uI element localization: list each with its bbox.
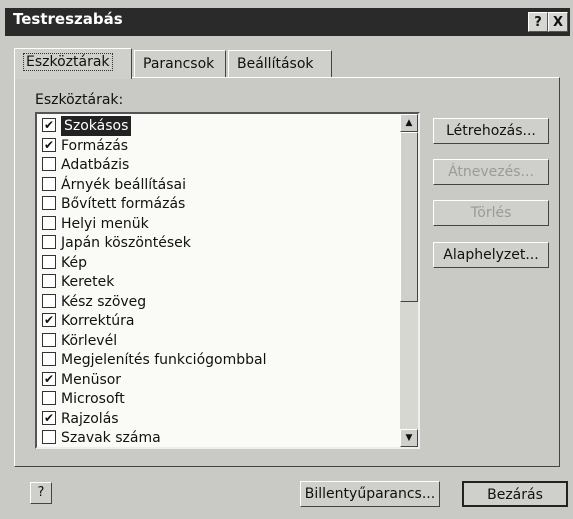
checkbox-icon[interactable] <box>42 196 56 210</box>
checkbox-icon[interactable] <box>42 176 56 191</box>
toolbar-list-item-label: Bővített formázás <box>61 196 186 212</box>
toolbar-list-item[interactable]: ✔ Menüsor <box>39 370 399 390</box>
toolbar-list-item[interactable]: Keretek <box>39 272 399 292</box>
checkbox-checked-icon[interactable]: ✔ <box>42 118 56 132</box>
tab-label: Beállítások <box>237 56 314 72</box>
toolbar-list-item[interactable]: Kész szöveg <box>39 292 399 312</box>
toolbar-list-item-label: Körlevél <box>61 332 118 349</box>
checkbox-icon[interactable] <box>42 235 56 249</box>
toolbar-list-item[interactable]: Bővített formázás <box>39 194 399 214</box>
tab-label: Parancsok <box>143 56 215 72</box>
toolbar-list-item-label: Kész szöveg <box>61 293 147 310</box>
toolbar-list-item[interactable]: ✔ Formázás <box>39 136 399 156</box>
toolbar-list-item[interactable]: ✔ Szokásos <box>39 116 399 136</box>
toolbar-list-item-label: Korrektúra <box>61 313 135 329</box>
toolbar-list-item-label: Adatbázis <box>61 157 130 173</box>
customize-dialog: Testreszabás ? X Eszköztárak Parancsok B… <box>0 0 573 519</box>
toolbar-list-item[interactable]: Japán köszöntések <box>39 233 399 253</box>
checkbox-icon[interactable] <box>42 352 56 366</box>
title-bar[interactable]: Testreszabás ? X <box>5 8 570 36</box>
close-title-button[interactable]: X <box>548 12 568 32</box>
checkbox-checked-icon[interactable]: ✔ <box>42 410 56 425</box>
toolbar-list-item-label: Microsoft <box>61 391 125 407</box>
scroll-thumb[interactable] <box>400 132 418 302</box>
scroll-up-icon[interactable]: ▲ <box>400 114 418 132</box>
toolbar-list-item-label: Kép <box>61 254 87 271</box>
checkbox-checked-icon[interactable]: ✔ <box>42 313 56 327</box>
toolbar-list-item[interactable]: Árnyék beállításai <box>39 175 399 195</box>
toolbar-list-item-label: Szavak száma <box>61 430 161 446</box>
toolbar-list-item[interactable]: Megjelenítés funkciógombbal <box>39 350 399 370</box>
toolbar-list-item[interactable]: Microsoft <box>39 389 399 409</box>
toolbars-listbox[interactable]: ✔ Szokásos ✔ Formázás Adatbázis Árnyék beállí… <box>35 112 420 449</box>
reset-toolbar-button[interactable]: Alaphelyzet... <box>433 242 549 268</box>
toolbar-list-item-label: Rajzolás <box>61 410 119 427</box>
help-button[interactable]: ? <box>30 482 52 504</box>
checkbox-icon[interactable] <box>42 157 56 171</box>
toolbar-list-item-label: Formázás <box>61 137 129 154</box>
toolbar-list-item[interactable]: ✔ Rajzolás <box>39 409 399 429</box>
toolbar-list-item[interactable]: Kép <box>39 253 399 273</box>
toolbar-list-item[interactable]: Szavak száma <box>39 428 399 447</box>
checkbox-icon[interactable] <box>42 430 56 444</box>
toolbar-list-item-label: Helyi menük <box>61 215 149 232</box>
toolbar-list-item-label: Japán köszöntések <box>61 235 191 251</box>
tab-beallitasok[interactable]: Beállítások <box>228 50 332 78</box>
tab-parancsok[interactable]: Parancsok <box>134 50 226 78</box>
toolbar-list-item-label: Menüsor <box>61 371 122 388</box>
close-button[interactable]: Bezárás <box>462 481 568 507</box>
keyboard-button[interactable]: Billentyűparancs... <box>300 481 440 507</box>
toolbars-label: Eszköztárak: <box>35 92 124 108</box>
window-title: Testreszabás <box>13 10 123 28</box>
checkbox-checked-icon[interactable]: ✔ <box>42 137 56 152</box>
toolbar-list-item-label: Szokásos <box>61 116 132 136</box>
tab-label: Eszköztárak <box>23 53 113 71</box>
tab-eszkoztarak[interactable]: Eszköztárak <box>14 48 132 79</box>
new-toolbar-button[interactable]: Létrehozás... <box>433 118 549 144</box>
delete-toolbar-button[interactable]: Törlés <box>433 200 549 226</box>
toolbar-list-item-label: Megjelenítés funkciógombbal <box>61 352 267 368</box>
toolbar-list-item[interactable]: Körlevél <box>39 331 399 351</box>
checkbox-icon[interactable] <box>42 332 56 347</box>
scroll-down-icon[interactable]: ▼ <box>400 429 418 447</box>
checkbox-icon[interactable] <box>42 293 56 308</box>
tab-panel: Eszköztárak: ✔ Szokásos ✔ Formázás Adatbázis… <box>14 77 560 467</box>
help-title-button[interactable]: ? <box>528 12 548 32</box>
checkbox-icon[interactable] <box>42 254 56 269</box>
rename-toolbar-button[interactable]: Átnevezés... <box>433 159 549 185</box>
toolbar-list-item-label: Keretek <box>61 274 115 290</box>
checkbox-icon[interactable] <box>42 215 56 230</box>
vertical-scrollbar[interactable]: ▲ ▼ <box>400 114 418 447</box>
checkbox-checked-icon[interactable]: ✔ <box>42 371 56 386</box>
toolbar-list-item[interactable]: ✔ Korrektúra <box>39 311 399 331</box>
checkbox-icon[interactable] <box>42 391 56 405</box>
toolbar-list-item-label: Árnyék beállításai <box>61 176 186 193</box>
checkbox-icon[interactable] <box>42 274 56 288</box>
toolbar-list-item[interactable]: Helyi menük <box>39 214 399 234</box>
toolbar-list-item[interactable]: Adatbázis <box>39 155 399 175</box>
